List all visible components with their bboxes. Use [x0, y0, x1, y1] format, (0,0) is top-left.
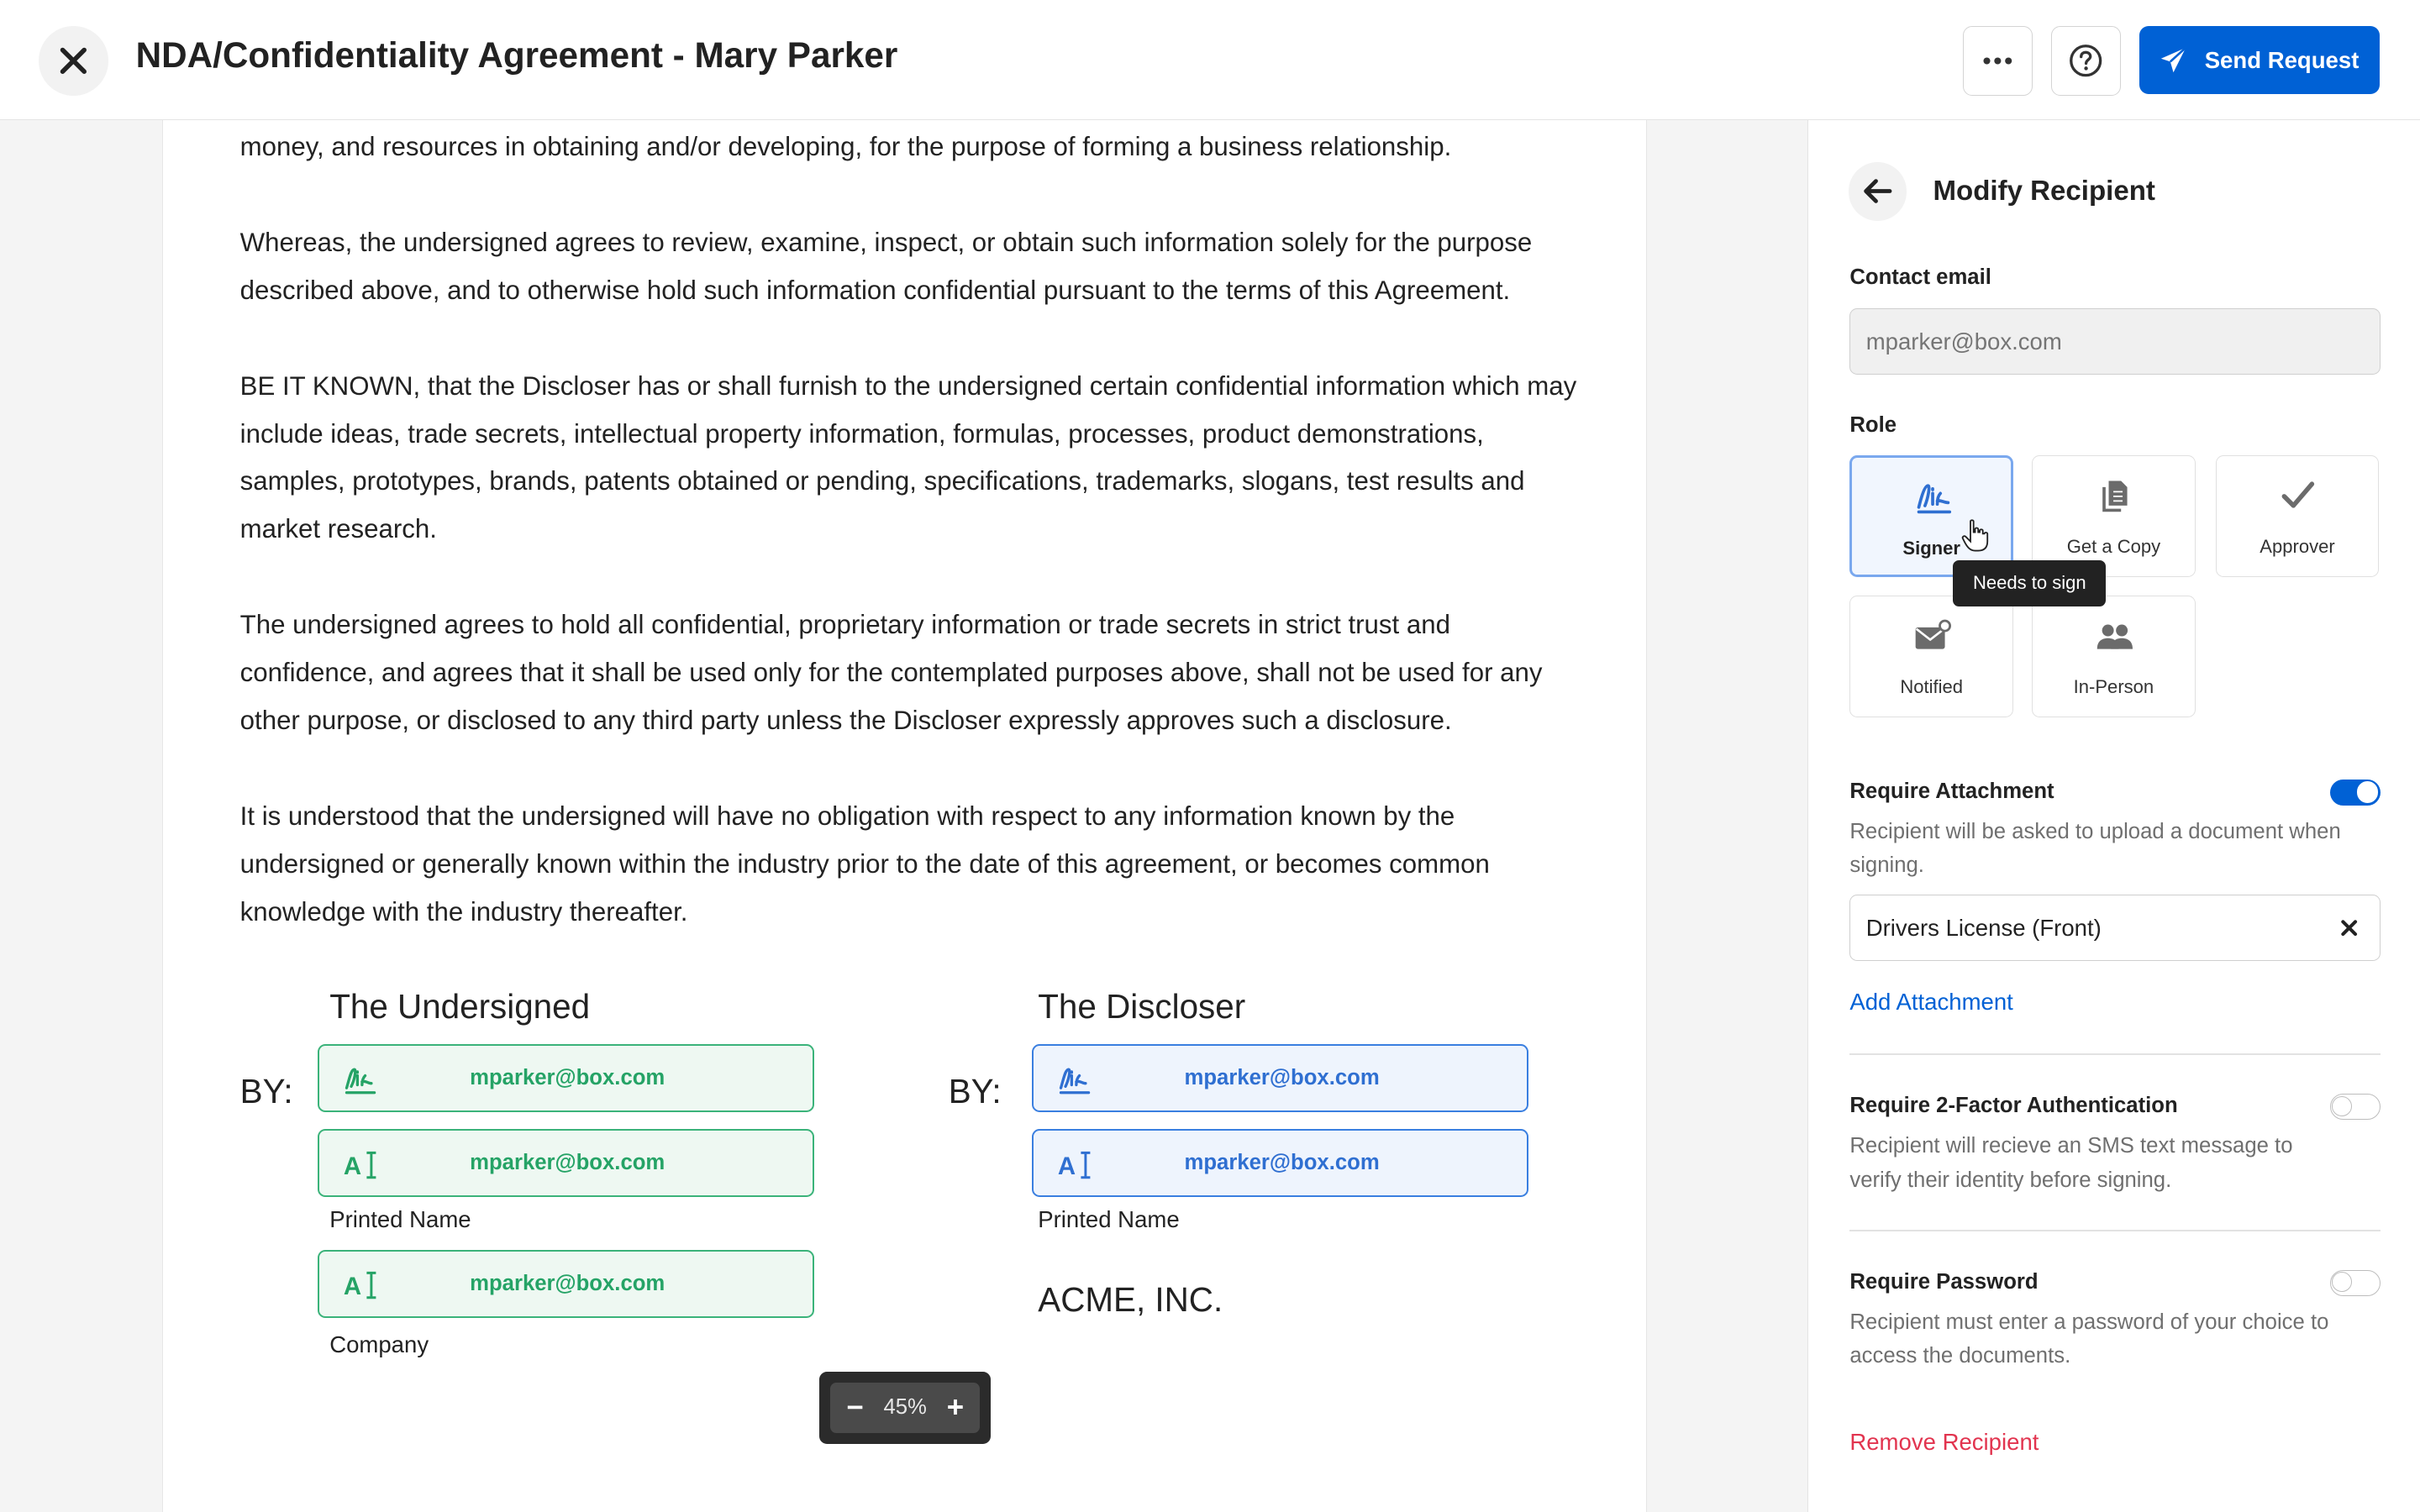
- hand-cursor-icon: [1961, 519, 1988, 552]
- attachment-name-field[interactable]: Drivers License (Front): [1849, 895, 2381, 962]
- document-canvas: money, and resources in obtaining and/or…: [0, 120, 1807, 1512]
- require-attachment-label: Require Attachment: [1849, 779, 2054, 803]
- attachment-name-value: Drivers License (Front): [1865, 914, 2102, 941]
- doc-paragraph: money, and resources in obtaining and/or…: [239, 131, 1452, 161]
- section-divider: [1849, 1053, 2381, 1056]
- close-button[interactable]: [38, 26, 108, 96]
- more-horizontal-icon: [1983, 57, 2012, 65]
- arrow-left-icon: [1864, 179, 1892, 204]
- doc-paragraph: It is understood that the undersigned wi…: [239, 801, 1490, 927]
- role-notified-label: Notified: [1900, 676, 1964, 698]
- undersigned-company-text: mparker@box.com: [470, 1271, 666, 1295]
- require-password-label: Require Password: [1849, 1269, 2039, 1294]
- role-in-person-label: In-Person: [2073, 676, 2154, 698]
- undersigned-heading: The Undersigned: [329, 987, 591, 1026]
- role-approver-label: Approver: [2260, 536, 2335, 558]
- send-request-label: Send Request: [2204, 46, 2360, 73]
- role-tooltip: Needs to sign: [1953, 559, 2107, 606]
- require-attachment-toggle[interactable]: [2329, 779, 2381, 806]
- document-page: money, and resources in obtaining and/or…: [161, 120, 1647, 1512]
- undersigned-signature-field[interactable]: mparker@box.com: [317, 1044, 814, 1113]
- back-button[interactable]: [1848, 161, 1907, 221]
- role-approver[interactable]: Approver: [2215, 454, 2380, 577]
- role-signer[interactable]: Signer: [1849, 454, 2014, 577]
- zoom-level: 45%: [883, 1395, 927, 1420]
- paper-plane-icon: [2161, 46, 2187, 73]
- checkmark-icon: [2281, 481, 2315, 508]
- toggle-knob: [2332, 1096, 2353, 1116]
- require-password-description: Recipient must enter a password of your …: [1849, 1310, 2329, 1368]
- close-icon: [60, 47, 87, 75]
- people-icon: [2096, 624, 2133, 649]
- zoom-control-inner: − 45% +: [830, 1382, 981, 1434]
- role-get-a-copy-label: Get a Copy: [2066, 536, 2161, 558]
- more-options-button[interactable]: [1963, 26, 2033, 96]
- doc-paragraph: BE IT KNOWN, that the Discloser has or s…: [239, 370, 1577, 544]
- copy-icon: [2102, 480, 2128, 512]
- undersigned-name-text: mparker@box.com: [470, 1151, 666, 1175]
- role-notified[interactable]: Notified: [1849, 595, 2014, 718]
- contact-email-input[interactable]: [1849, 308, 2381, 375]
- require-2fa-label: Require 2-Factor Authentication: [1849, 1094, 2178, 1118]
- require-password-toggle[interactable]: [2329, 1269, 2381, 1296]
- discloser-signature-field[interactable]: mparker@box.com: [1031, 1044, 1529, 1113]
- undersigned-company-field[interactable]: A mparker@box.com: [317, 1249, 814, 1318]
- discloser-name-text: mparker@box.com: [1184, 1151, 1380, 1175]
- zoom-control: − 45% +: [819, 1371, 992, 1445]
- require-2fa-description: Recipient will recieve an SMS text messa…: [1849, 1134, 2293, 1192]
- document-title: NDA/Confidentiality Agreement - Mary Par…: [135, 35, 898, 76]
- doc-paragraph: Whereas, the undersigned agrees to revie…: [239, 227, 1533, 305]
- section-divider: [1849, 1229, 2381, 1231]
- discloser-signature-text: mparker@box.com: [1184, 1066, 1380, 1090]
- zoom-in-button[interactable]: +: [943, 1391, 967, 1425]
- discloser-name-caption: Printed Name: [1038, 1206, 1180, 1233]
- undersigned-by-label: BY:: [239, 1072, 293, 1111]
- role-in-person[interactable]: In-Person: [2032, 595, 2196, 718]
- role-get-a-copy[interactable]: Get a Copy: [2032, 454, 2196, 577]
- undersigned-name-caption: Printed Name: [329, 1206, 471, 1233]
- zoom-out-button[interactable]: −: [843, 1391, 867, 1425]
- panel-title: Modify Recipient: [1933, 176, 2155, 207]
- discloser-heading: The Discloser: [1038, 987, 1246, 1026]
- clear-icon[interactable]: [2337, 916, 2361, 940]
- signature-icon: [1917, 484, 1951, 513]
- doc-paragraph: The undersigned agrees to hold all confi…: [239, 610, 1543, 736]
- role-label: Role: [1849, 413, 1897, 438]
- discloser-name-field[interactable]: A mparker@box.com: [1031, 1129, 1529, 1198]
- help-button[interactable]: [2050, 26, 2121, 96]
- add-attachment-link[interactable]: Add Attachment: [1849, 989, 2012, 1016]
- contact-email-label: Contact email: [1849, 265, 1991, 289]
- mail-notify-icon: [1915, 619, 1951, 649]
- undersigned-name-field[interactable]: A mparker@box.com: [317, 1129, 814, 1198]
- remove-recipient-link[interactable]: Remove Recipient: [1849, 1429, 2039, 1456]
- discloser-company-name: ACME, INC.: [1038, 1280, 1223, 1320]
- require-2fa-toggle[interactable]: [2329, 1094, 2381, 1121]
- undersigned-signature-text: mparker@box.com: [470, 1066, 666, 1090]
- toggle-knob: [2332, 1272, 2353, 1293]
- require-attachment-description: Recipient will be asked to upload a docu…: [1849, 819, 2341, 878]
- discloser-by-label: BY:: [948, 1072, 1002, 1111]
- help-icon: [2070, 45, 2102, 77]
- modify-recipient-panel: Modify Recipient Contact email Role Sign…: [1807, 120, 2420, 1512]
- toggle-knob: [2355, 780, 2380, 804]
- send-request-button[interactable]: Send Request: [2139, 26, 2381, 95]
- undersigned-company-caption: Company: [329, 1331, 429, 1358]
- top-bar: NDA/Confidentiality Agreement - Mary Par…: [0, 0, 2420, 121]
